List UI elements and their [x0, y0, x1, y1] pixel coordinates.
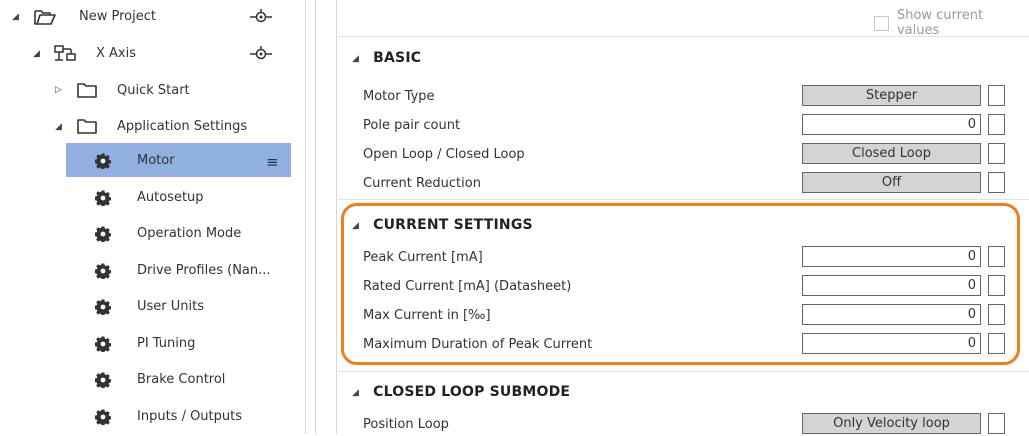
setting-dropdown-button[interactable]: Stepper [802, 85, 981, 106]
setting-checkbox[interactable] [988, 114, 1005, 135]
tree-item-user-units[interactable]: User Units [137, 299, 204, 314]
gear-icon [94, 408, 112, 426]
collapse-arrow-icon[interactable]: ◢ [352, 54, 359, 64]
folder-icon [76, 80, 98, 100]
splitter-handle[interactable] [315, 0, 316, 434]
divider [338, 36, 1029, 37]
menu-icon[interactable]: ≡ [266, 153, 279, 171]
section-header-closed-loop-submode[interactable]: ◢ CLOSED LOOP SUBMODE [352, 384, 570, 400]
setting-label: Position Loop [363, 416, 449, 432]
folder-icon [76, 116, 98, 136]
section-header-basic[interactable]: ◢ BASIC [352, 50, 421, 66]
tree-item-x-axis[interactable]: X Axis [96, 46, 136, 61]
expand-arrow-icon[interactable]: ▷ [55, 86, 62, 95]
tree-item-new-project[interactable]: New Project [79, 9, 156, 24]
show-current-values-checkbox[interactable] [874, 15, 889, 31]
tree-item-motor[interactable]: Motor [137, 153, 175, 168]
setting-checkbox[interactable] [988, 143, 1005, 164]
gear-icon [94, 371, 112, 389]
gear-icon [94, 298, 112, 316]
gear-icon [94, 152, 112, 170]
section-title: BASIC [373, 50, 422, 66]
gear-icon [94, 335, 112, 353]
gear-icon [94, 225, 112, 243]
setting-dropdown-button[interactable]: Closed Loop [802, 143, 981, 164]
tree-item-pi-tuning[interactable]: PI Tuning [137, 336, 195, 351]
section-title: CLOSED LOOP SUBMODE [373, 384, 571, 400]
divider [338, 199, 1029, 200]
network-icon[interactable] [250, 46, 272, 66]
setting-checkbox[interactable] [988, 85, 1005, 106]
setting-checkbox[interactable] [988, 413, 1005, 434]
setting-label: Open Loop / Closed Loop [363, 146, 525, 162]
collapse-arrow-icon[interactable]: ◢ [12, 13, 19, 22]
gear-icon [94, 189, 112, 207]
axis-icon [52, 42, 78, 64]
current-settings-highlight [341, 203, 1020, 365]
setting-checkbox[interactable] [988, 172, 1005, 193]
collapse-arrow-icon[interactable]: ◢ [33, 50, 40, 59]
setting-dropdown-button[interactable]: Off [802, 172, 981, 193]
project-tree: ◢ New Project ◢ X Axis ▷ Quick Start ◢ A… [0, 0, 305, 434]
divider [336, 0, 337, 434]
collapse-arrow-icon[interactable]: ◢ [55, 123, 62, 132]
tree-item-brake-control[interactable]: Brake Control [137, 372, 225, 387]
setting-label: Motor Type [363, 88, 435, 104]
setting-dropdown-button[interactable]: Only Velocity loop [802, 413, 981, 434]
tree-item-autosetup[interactable]: Autosetup [137, 190, 204, 205]
tree-item-quick-start[interactable]: Quick Start [117, 83, 190, 98]
tree-item-application-settings[interactable]: Application Settings [117, 119, 247, 134]
collapse-arrow-icon[interactable]: ◢ [352, 388, 359, 398]
divider [338, 371, 1029, 372]
gear-icon [94, 262, 112, 280]
setting-number-input[interactable]: 0 [802, 114, 981, 135]
setting-label: Current Reduction [363, 175, 481, 191]
setting-label: Pole pair count [363, 117, 461, 133]
folder-open-icon [33, 7, 57, 27]
divider [305, 0, 306, 434]
tree-item-inputs-outputs[interactable]: Inputs / Outputs [137, 409, 242, 424]
tree-item-operation-mode[interactable]: Operation Mode [137, 226, 241, 241]
show-current-values-toggle[interactable]: Show current values [874, 8, 1029, 38]
tree-item-drive-profiles-nan[interactable]: Drive Profiles (Nan... [137, 263, 271, 278]
network-icon[interactable] [250, 9, 272, 29]
show-current-values-label: Show current values [896, 8, 984, 38]
